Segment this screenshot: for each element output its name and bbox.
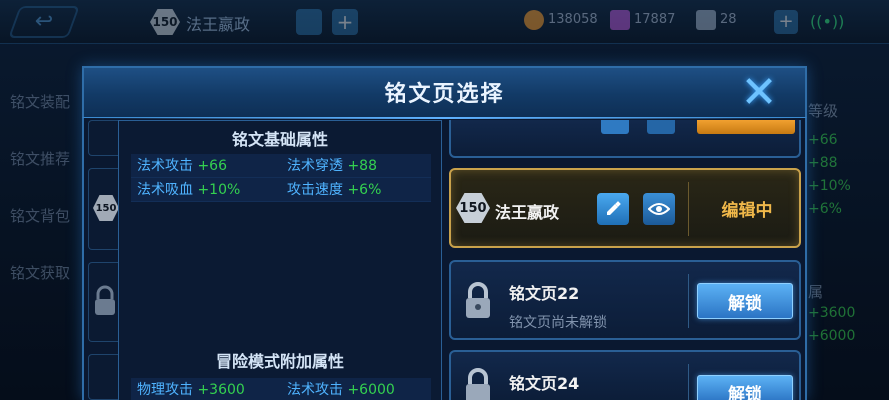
page-name: 铭文页22 [509, 284, 580, 303]
background-sidebar: 铭文装配 铭文推荐 铭文背包 铭文获取 [0, 80, 84, 308]
preview-button[interactable] [643, 193, 675, 225]
page-card-locked[interactable]: 铭文页22 铭文页尚未解锁 解锁 [449, 260, 801, 340]
pencil-icon [607, 201, 621, 215]
unlock-button[interactable]: 解锁 [697, 375, 793, 400]
lock-icon [466, 282, 490, 318]
lock-icon [466, 368, 490, 400]
card-divider [688, 182, 689, 236]
page-card-active[interactable]: 150 法王嬴政 编辑中 [449, 168, 801, 248]
basic-attributes-title: 铭文基础属性 [231, 130, 328, 149]
card-divider [688, 274, 689, 328]
adventure-attributes-grid: 物理攻击 +3600 法术攻击 +6000 [131, 378, 431, 400]
page-card-partial[interactable] [449, 120, 801, 158]
eye-icon [648, 203, 670, 215]
sidebar-item-recommend[interactable]: 铭文推荐 [0, 137, 84, 194]
sidebar-item-obtain[interactable]: 铭文获取 [0, 251, 84, 308]
diamond-amount: 17887 [634, 12, 676, 27]
ghost-card: 150 [88, 168, 119, 250]
wifi-icon: ((•)) [810, 12, 845, 31]
eye-icon[interactable] [647, 120, 675, 134]
edit-icon[interactable] [601, 120, 629, 134]
ghost-level-badge: 150 [93, 195, 119, 221]
editing-status: 编辑中 [721, 200, 773, 221]
basic-attributes-grid: 法术攻击 +66 法术穿透 +88 法术吸血 +10% 攻击速度 +6% [131, 154, 431, 202]
recharge-plus-button[interactable]: + [774, 10, 798, 34]
bg-stat: +3600 [808, 305, 856, 321]
rename-button[interactable] [597, 193, 629, 225]
current-page-name: 法王嬴政 [186, 15, 251, 34]
bg-label: 属 [808, 283, 824, 301]
ghost-card [88, 354, 118, 400]
close-button[interactable]: ✕ [735, 66, 783, 118]
lock-icon [95, 285, 115, 315]
gold-amount: 138058 [548, 12, 598, 27]
attr-item: 法术攻击 +66 [131, 154, 281, 178]
bg-stat: +10% [808, 178, 851, 194]
page-locked-hint: 铭文页尚未解锁 [509, 315, 607, 331]
ghost-card [88, 120, 118, 156]
rename-icon[interactable] [296, 9, 322, 35]
top-bar [0, 0, 889, 44]
page-name: 法王嬴政 [495, 203, 560, 222]
bg-stat: +6000 [808, 328, 856, 344]
bg-stat: +88 [808, 155, 838, 171]
back-button[interactable]: ↩ [8, 6, 80, 38]
bg-stat: +6% [808, 201, 842, 217]
page-name: 铭文页24 [509, 374, 580, 393]
gold-coin-icon [524, 10, 544, 30]
use-button[interactable] [697, 120, 795, 134]
page-card-locked[interactable]: 铭文页24 解锁 [449, 350, 801, 400]
voucher-amount: 28 [720, 12, 737, 27]
adventure-attributes-title: 冒险模式附加属性 [215, 352, 344, 371]
attr-item: 法术穿透 +88 [281, 154, 431, 178]
card-divider [688, 364, 689, 400]
page-level-badge: 150 [456, 193, 490, 223]
bg-stat: +66 [808, 132, 838, 148]
close-x-icon: ✕ [740, 66, 778, 118]
voucher-icon [696, 10, 716, 30]
attr-item: 物理攻击 +3600 [131, 378, 281, 400]
attr-item: 攻击速度 +6% [281, 178, 431, 202]
add-page-button[interactable]: + [332, 9, 358, 35]
back-arrow-icon: ↩ [34, 9, 54, 34]
attribute-spacer [131, 204, 431, 344]
attr-item: 法术攻击 +6000 [281, 378, 431, 400]
attr-item: 法术吸血 +10% [131, 178, 281, 202]
background-stats-panel: 等级 +66 +88 +10% +6% 属 +3600 +6000 [808, 100, 889, 348]
unlock-button[interactable]: 解锁 [697, 283, 793, 319]
sidebar-item-bag[interactable]: 铭文背包 [0, 194, 84, 251]
diamond-icon [610, 10, 630, 30]
ghost-card [88, 262, 118, 342]
